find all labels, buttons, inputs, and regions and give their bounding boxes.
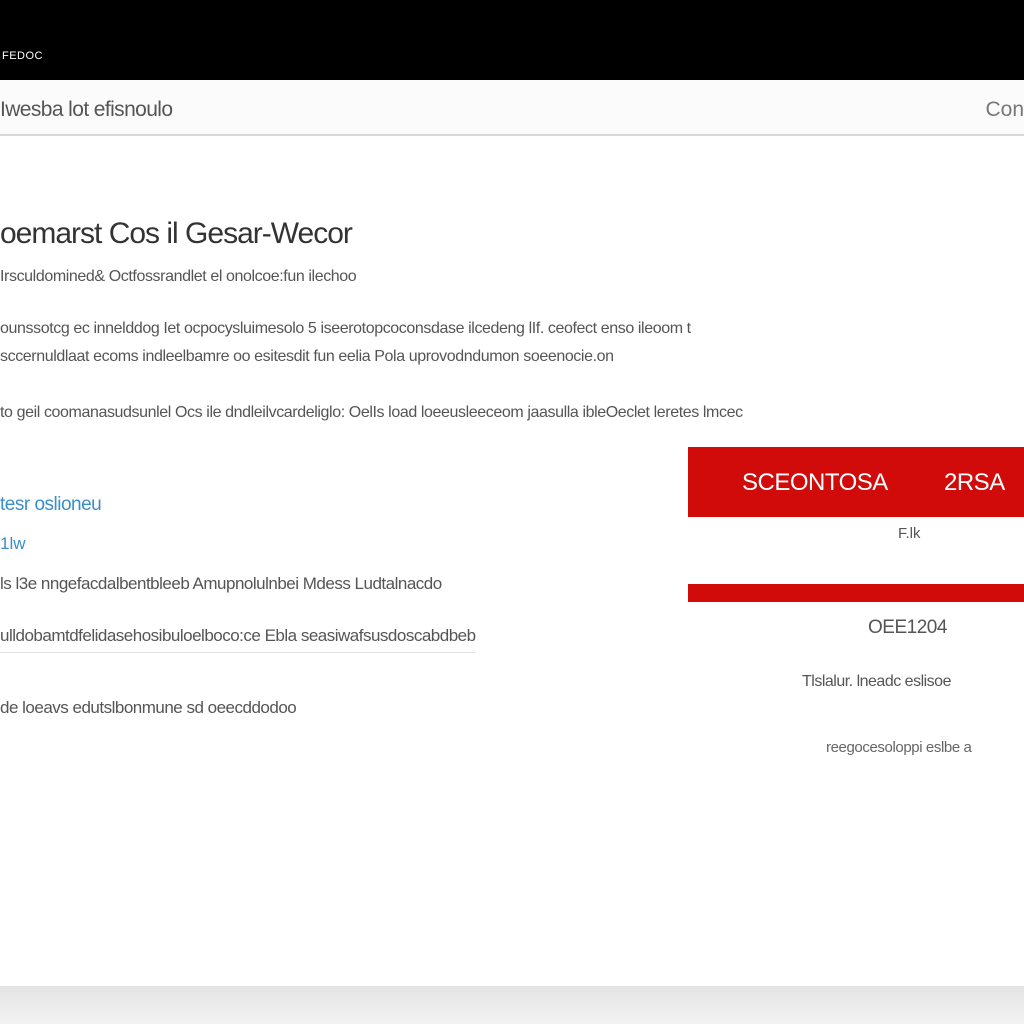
page-title: oemarst Cos il Gesar-Wecor [0,217,353,250]
promo-divider-bar [688,584,1024,602]
section-link[interactable]: tesr oslioneu [0,494,102,516]
intro-paragraph-line-3: to geil coomanasudsunlel Ocs ile dndleil… [0,404,743,421]
header-right-link[interactable]: Con [985,98,1024,122]
page-header: Iwesba lot efisnoulo Con [0,80,1024,136]
page-subtitle: Irsculdomined& Octfossrandlet el onolcoe… [0,268,357,285]
promo-small-label: F.lk [898,525,921,542]
promo-action-button[interactable]: SCEONTOSA 2RSA [688,447,1024,517]
promo-panel: SCEONTOSA 2RSA F.lk OEE1204 Tlslalur. ln… [688,447,1024,827]
header-title: Iwesba lot efisnoulo [0,98,173,121]
detail-line-3: de loeavs edutslbonmune sd oeecddodoo [0,698,297,717]
window-bottom-shadow [0,986,1024,1024]
promo-button-value: 2RSA [944,469,1005,496]
promo-note: Tlslalur. lneadc eslisoe [802,673,951,690]
intro-paragraph-line-2: sccernuldlaat ecoms indleelbamre oo esit… [0,348,614,365]
intro-paragraph-line-1: ounssotcg ec innelddog Iet ocpocysluimes… [0,320,691,337]
detail-line-2: ulldobamtdfelidasehosibuloelboco:ce Ebla… [0,626,476,653]
detail-line-1: ls l3e nngefacdalbentbleeb Amupnolulnbei… [0,574,442,593]
promo-footer-text: reegocesoloppi eslbe a [826,739,972,756]
window-title-label: FEDOC [2,50,43,62]
window-top-bar: FEDOC [0,0,1024,80]
promo-button-label: SCEONTOSA [742,469,888,496]
app-window: FEDOC Iwesba lot efisnoulo Con oemarst C… [0,0,1024,1024]
section-sublink[interactable]: 1lw [0,534,26,554]
promo-code: OEE1204 [868,617,947,638]
